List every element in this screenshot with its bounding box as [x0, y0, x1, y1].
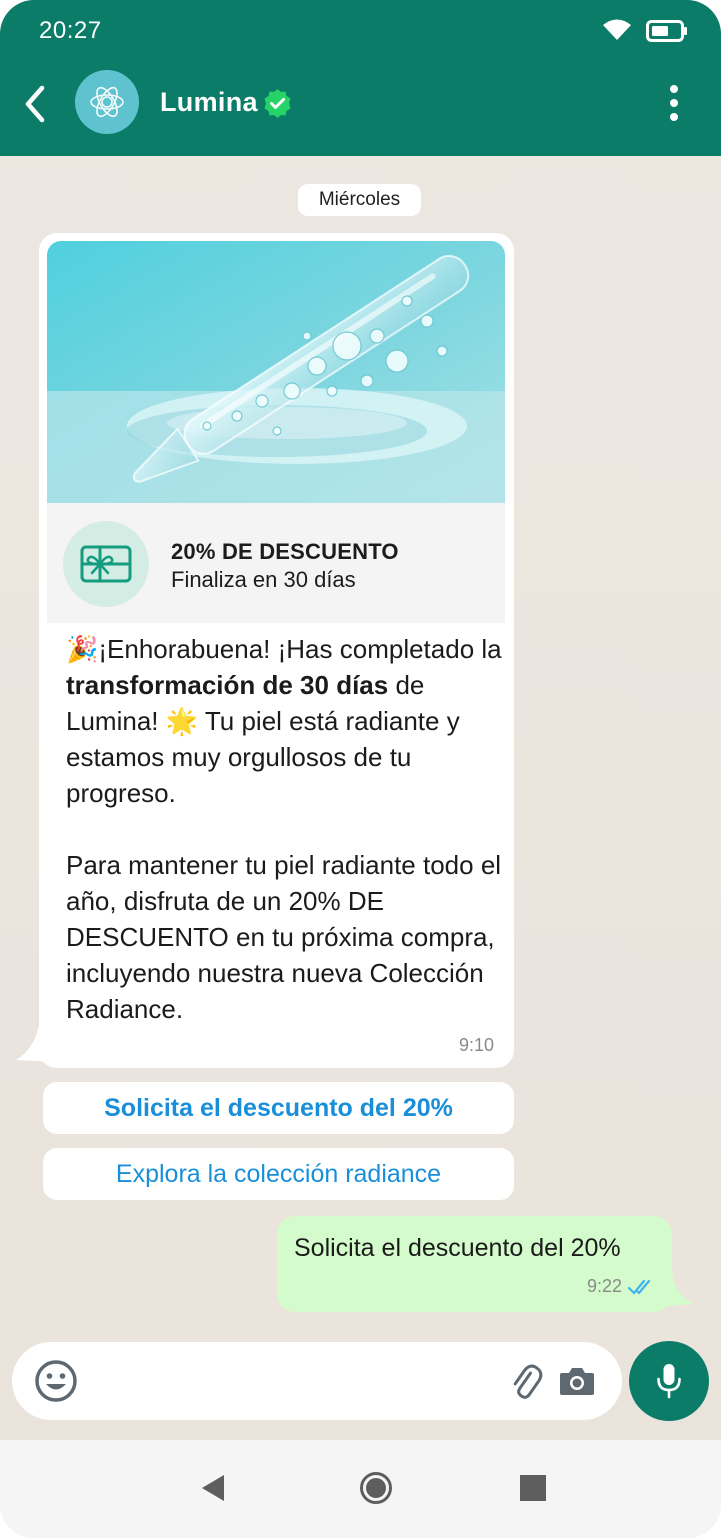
- emoji-icon[interactable]: [34, 1359, 78, 1403]
- date-chip: Miércoles: [298, 184, 421, 216]
- camera-icon[interactable]: [558, 1365, 596, 1397]
- coupon-card[interactable]: 20% DE DESCUENTO Finaliza en 30 días: [47, 503, 505, 623]
- contact-name[interactable]: Lumina: [160, 87, 258, 118]
- coupon-icon-circle: [63, 521, 149, 607]
- more-options-icon[interactable]: [664, 84, 684, 122]
- quick-reply-claim-discount[interactable]: Solicita el descuento del 20%: [43, 1082, 514, 1134]
- read-receipt-icon: [627, 1279, 651, 1295]
- chat-header: 20:27 Lumina: [0, 0, 721, 156]
- back-arrow-icon[interactable]: [20, 84, 50, 124]
- message-composer: [12, 1342, 622, 1420]
- status-time: 20:27: [39, 17, 102, 44]
- party-popper-emoji: 🎉: [66, 634, 99, 664]
- brand-logo-icon: [90, 86, 124, 118]
- message-bold-phrase: transformación de 30 días: [66, 670, 389, 700]
- promo-image[interactable]: [47, 241, 505, 503]
- microphone-icon: [657, 1364, 681, 1399]
- message-input[interactable]: [92, 1358, 492, 1404]
- incoming-message-text: 🎉¡Enhorabuena! ¡Has completado la transf…: [66, 631, 506, 1027]
- system-navigation-bar: [0, 1440, 721, 1538]
- outgoing-timestamp: 9:22: [587, 1276, 623, 1296]
- outgoing-message-text: Solicita el descuento del 20%: [294, 1234, 621, 1262]
- voice-message-button[interactable]: [629, 1341, 709, 1421]
- verified-badge-icon: [264, 89, 291, 118]
- coupon-title: 20% DE DESCUENTO: [171, 539, 399, 564]
- serum-dropper-image: [47, 241, 505, 503]
- contact-avatar[interactable]: [75, 70, 139, 134]
- nav-recents-icon[interactable]: [520, 1475, 546, 1501]
- message-paragraph-2: Para mantener tu piel radiante todo el a…: [66, 850, 502, 1024]
- nav-back-icon[interactable]: [200, 1473, 226, 1503]
- battery-icon: [646, 20, 687, 42]
- coupon-subtitle: Finaliza en 30 días: [171, 567, 356, 592]
- quick-reply-explore-collection[interactable]: Explora la colección radiance: [43, 1148, 514, 1200]
- incoming-message-bubble: 20% DE DESCUENTO Finaliza en 30 días 🎉¡E…: [39, 233, 514, 1068]
- whatsapp-chat-screen: 20:27 Lumina Miércoles 20% DE DESCUENTO …: [0, 0, 721, 1538]
- outgoing-message-bubble: Solicita el descuento del 20% 9:22: [277, 1216, 672, 1312]
- incoming-timestamp: 9:10: [458, 1035, 494, 1055]
- paperclip-icon[interactable]: [508, 1364, 544, 1400]
- message-paragraph-1: 🎉¡Enhorabuena! ¡Has completado la transf…: [66, 634, 502, 808]
- nav-home-icon[interactable]: [359, 1471, 393, 1505]
- gift-card-icon: [80, 545, 132, 583]
- star-emoji: 🌟: [165, 706, 199, 736]
- wifi-icon: [603, 19, 631, 40]
